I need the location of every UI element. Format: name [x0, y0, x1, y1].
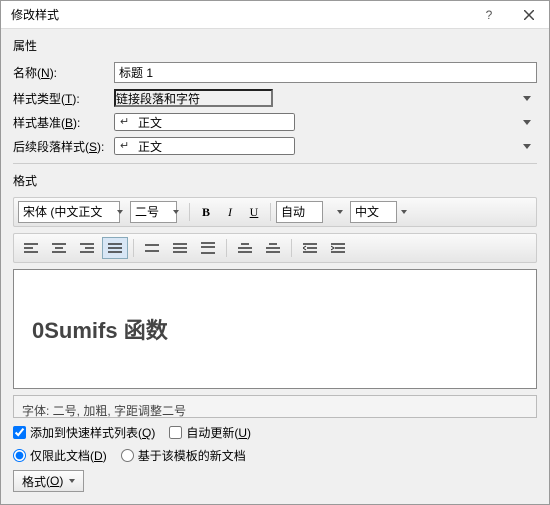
align-left-button[interactable]	[18, 237, 44, 259]
font-size-select[interactable]: 二号	[130, 201, 177, 223]
italic-button[interactable]: I	[219, 201, 241, 223]
base-label: 样式基准(B):	[13, 114, 108, 131]
template-radio[interactable]: 基于该模板的新文档	[121, 447, 246, 464]
next-label: 后续段落样式(S):	[13, 138, 108, 155]
preview-text: 0Sumifs 函数	[32, 313, 518, 345]
align-center-button[interactable]	[46, 237, 72, 259]
name-input[interactable]	[114, 62, 537, 83]
title-bar: 修改样式 ?	[1, 1, 549, 29]
space-before-dec-button[interactable]	[260, 237, 286, 259]
align-justify-button[interactable]	[102, 237, 128, 259]
font-family-select[interactable]: 宋体 (中文正文	[18, 201, 120, 223]
format-heading: 格式	[13, 172, 537, 189]
next-select[interactable]	[114, 137, 295, 155]
bold-button[interactable]: B	[195, 201, 217, 223]
name-label: 名称(N):	[13, 64, 108, 81]
line-spacing-15-button[interactable]	[167, 237, 193, 259]
base-select[interactable]	[114, 113, 295, 131]
line-spacing-2-button[interactable]	[195, 237, 221, 259]
preview-pane: 0Sumifs 函数	[13, 269, 537, 389]
description-box: 字体: 二号, 加粗, 字距调整二号 行距: 多倍行距 2.41 字行, 段落间…	[13, 395, 537, 418]
lang-select[interactable]: 中文	[350, 201, 397, 223]
auto-update-checkbox[interactable]: 自动更新(U)	[169, 424, 251, 441]
type-label: 样式类型(T):	[13, 90, 108, 107]
font-color-select[interactable]: 自动	[276, 201, 323, 223]
help-button[interactable]: ?	[469, 1, 509, 29]
window-title: 修改样式	[11, 6, 59, 23]
paragraph-toolbar	[13, 233, 537, 263]
close-button[interactable]	[509, 1, 549, 29]
format-menu-button[interactable]: 格式(O)	[13, 470, 84, 492]
add-quick-checkbox[interactable]: 添加到快速样式列表(Q)	[13, 424, 155, 441]
font-toolbar: 宋体 (中文正文 二号 B I U 自动 中文	[13, 197, 537, 227]
align-right-button[interactable]	[74, 237, 100, 259]
indent-inc-button[interactable]	[325, 237, 351, 259]
indent-dec-button[interactable]	[297, 237, 323, 259]
space-before-inc-button[interactable]	[232, 237, 258, 259]
properties-heading: 属性	[13, 37, 537, 54]
line-spacing-1-button[interactable]	[139, 237, 165, 259]
underline-button[interactable]: U	[243, 201, 265, 223]
type-select[interactable]	[114, 89, 273, 107]
this-doc-radio[interactable]: 仅限此文档(D)	[13, 447, 107, 464]
